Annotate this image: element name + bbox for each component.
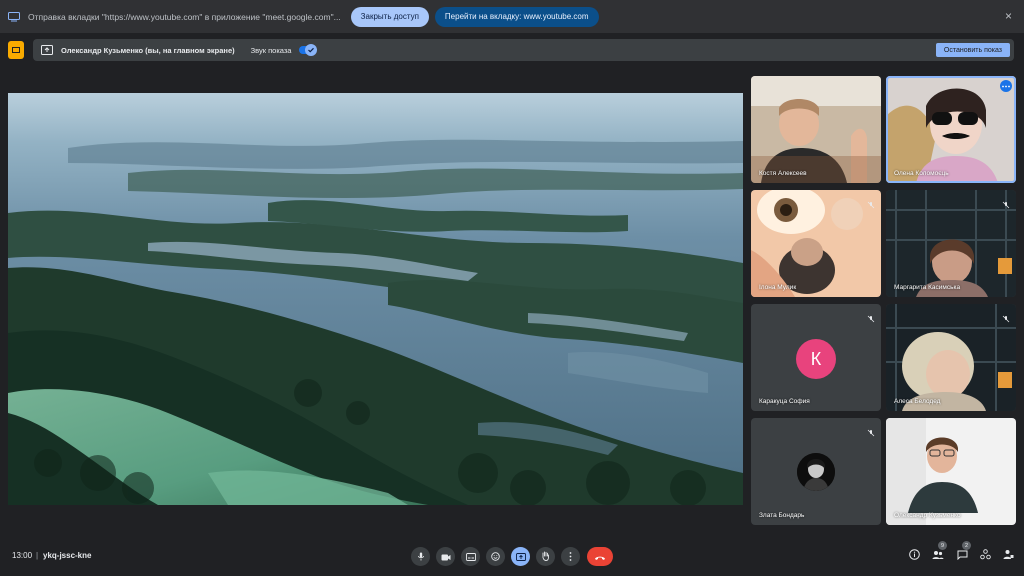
more-options-button[interactable] — [561, 547, 580, 566]
emoji-icon — [491, 548, 500, 566]
reactions-button[interactable] — [486, 547, 505, 566]
captions-button[interactable] — [461, 547, 480, 566]
chat-button[interactable] — [956, 550, 968, 562]
participant-name: Олександр Кузьменко — [894, 512, 961, 519]
presentation-screen — [8, 93, 743, 505]
participant-video — [886, 190, 1016, 297]
mic-off-icon — [867, 424, 875, 437]
more-vert-icon — [569, 548, 572, 566]
tab-sharing-bar: Отправка вкладки "https://www.youtube.co… — [0, 0, 1024, 33]
participant-tile[interactable]: Алеса Белодед — [886, 304, 1016, 411]
go-to-tab-button[interactable]: Перейти на вкладку: www.youtube.com — [434, 6, 599, 27]
close-icon[interactable]: × — [1005, 10, 1012, 22]
participant-name: Алеса Белодед — [894, 398, 941, 405]
mic-off-icon — [1002, 196, 1010, 209]
host-controls-button[interactable] — [1002, 550, 1014, 562]
present-now-button[interactable] — [511, 547, 530, 566]
mic-off-icon — [867, 196, 875, 209]
presentation-sound-label: Звук показа — [250, 45, 292, 55]
leave-call-button[interactable] — [587, 547, 613, 566]
participant-avatar: К — [796, 339, 836, 379]
separator: | — [36, 551, 39, 560]
camera-button[interactable] — [436, 547, 455, 566]
present-to-all-icon — [515, 548, 526, 566]
participant-tile[interactable]: Ілона Мулик — [751, 190, 881, 297]
camera-icon — [441, 548, 451, 566]
activities-button[interactable] — [979, 547, 991, 565]
lock-person-icon — [1003, 547, 1014, 565]
participant-video — [886, 304, 1016, 411]
participant-tile-active[interactable]: Олена Коломоєць — [886, 76, 1016, 183]
meeting-code: ykq-jssc-kne — [43, 551, 92, 560]
presentation-sound-toggle[interactable] — [299, 44, 318, 56]
participant-name: Олена Коломоєць — [894, 170, 949, 177]
aerial-river-image — [8, 93, 743, 505]
participant-avatar — [797, 453, 835, 491]
end-call-icon — [594, 548, 606, 566]
hand-icon — [541, 548, 550, 566]
meeting-time: 13:00 — [12, 551, 33, 560]
meeting-details-button[interactable] — [908, 547, 920, 565]
meeting-controls-bar: 13:00 | ykq-jssc-kne 9 2 — [0, 536, 1024, 576]
cast-tab-icon — [8, 11, 20, 22]
participant-name: Злата Бондарь — [759, 512, 805, 519]
participant-video — [886, 418, 1016, 525]
participant-video — [751, 76, 881, 183]
people-button[interactable] — [932, 550, 944, 562]
info-icon — [908, 547, 920, 565]
slides-logo-icon — [8, 41, 24, 59]
participant-name: Костя Алексеев — [759, 170, 807, 177]
stop-presenting-button[interactable]: Остановить показ — [935, 43, 1010, 57]
captions-icon — [465, 548, 476, 566]
participant-video — [886, 76, 1016, 183]
people-icon — [932, 547, 944, 565]
toggle-check-icon — [305, 44, 318, 56]
mic-off-icon — [867, 310, 875, 323]
meet-window: Отправка вкладки "https://www.youtube.co… — [0, 0, 1024, 576]
participant-tile[interactable]: Злата Бондарь — [751, 418, 881, 525]
participant-tile-self[interactable]: Олександр Кузьменко — [886, 418, 1016, 525]
activities-icon — [979, 547, 991, 565]
more-options-icon[interactable] — [1000, 80, 1012, 92]
participant-tile[interactable]: Костя Алексеев — [751, 76, 881, 183]
mic-off-icon — [1002, 310, 1010, 323]
raise-hand-button[interactable] — [536, 547, 555, 566]
participant-tile[interactable]: Маргарита Касимська — [886, 190, 1016, 297]
participant-name: Ілона Мулик — [759, 284, 797, 291]
participant-name: Маргарита Касимська — [894, 284, 961, 291]
chat-icon — [957, 547, 968, 565]
microphone-icon — [417, 548, 425, 566]
presenting-bar: Олександр Кузьменко (вы, на главном экра… — [33, 39, 1014, 61]
sharing-message: Отправка вкладки "https://www.youtube.co… — [28, 11, 341, 22]
participant-video — [751, 190, 881, 297]
stop-access-button[interactable]: Закрыть доступ — [350, 6, 429, 27]
present-screen-icon — [41, 45, 53, 55]
microphone-button[interactable] — [411, 547, 430, 566]
presenter-name: Олександр Кузьменко (вы, на главном экра… — [61, 45, 235, 55]
participant-tile[interactable]: К Каракуца София — [751, 304, 881, 411]
participant-name: Каракуца София — [759, 398, 810, 405]
